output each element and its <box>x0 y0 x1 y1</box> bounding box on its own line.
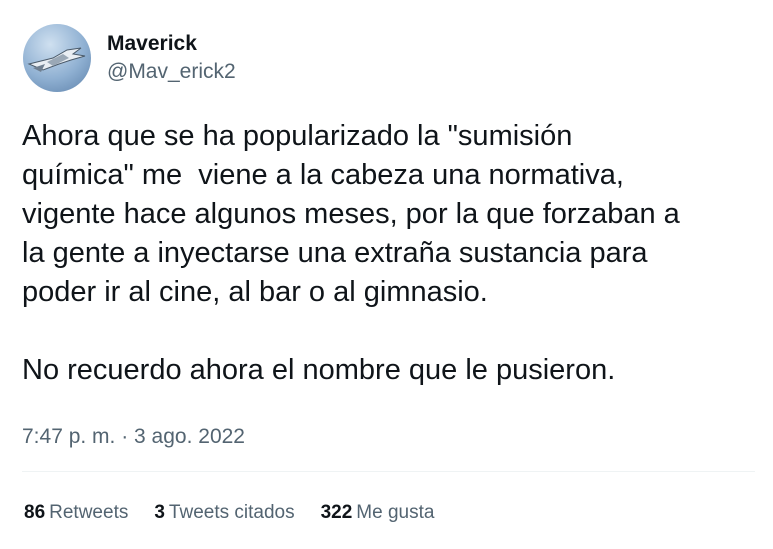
divider <box>22 471 755 472</box>
likes-count: 322 <box>320 502 353 523</box>
quotes-count: 3 <box>154 502 165 523</box>
fighter-jet-icon <box>27 47 86 72</box>
retweets-label: Retweets <box>49 502 129 523</box>
tweet-timestamp[interactable]: 7:47 p. m. · 3 ago. 2022 <box>22 425 245 449</box>
retweets-count: 86 <box>24 502 46 523</box>
quote-tweets-stat[interactable]: 3 Tweets citados <box>154 502 294 524</box>
tweet-stats: 86 Retweets 3 Tweets citados 322 Me gusta <box>24 502 460 524</box>
retweets-stat[interactable]: 86 Retweets <box>24 502 128 524</box>
likes-label: Me gusta <box>356 502 435 523</box>
avatar[interactable] <box>23 24 91 92</box>
tweet-header: Maverick @Mav_erick2 <box>23 24 236 92</box>
quotes-label: Tweets citados <box>168 502 295 523</box>
likes-stat[interactable]: 322 Me gusta <box>321 502 435 524</box>
user-handle[interactable]: @Mav_erick2 <box>107 59 236 85</box>
display-name[interactable]: Maverick <box>107 31 236 57</box>
tweet-card: Maverick @Mav_erick2 Ahora que se ha pop… <box>0 0 773 549</box>
author-names: Maverick @Mav_erick2 <box>107 31 236 85</box>
tweet-text: Ahora que se ha popularizado la "sumisió… <box>22 120 680 386</box>
